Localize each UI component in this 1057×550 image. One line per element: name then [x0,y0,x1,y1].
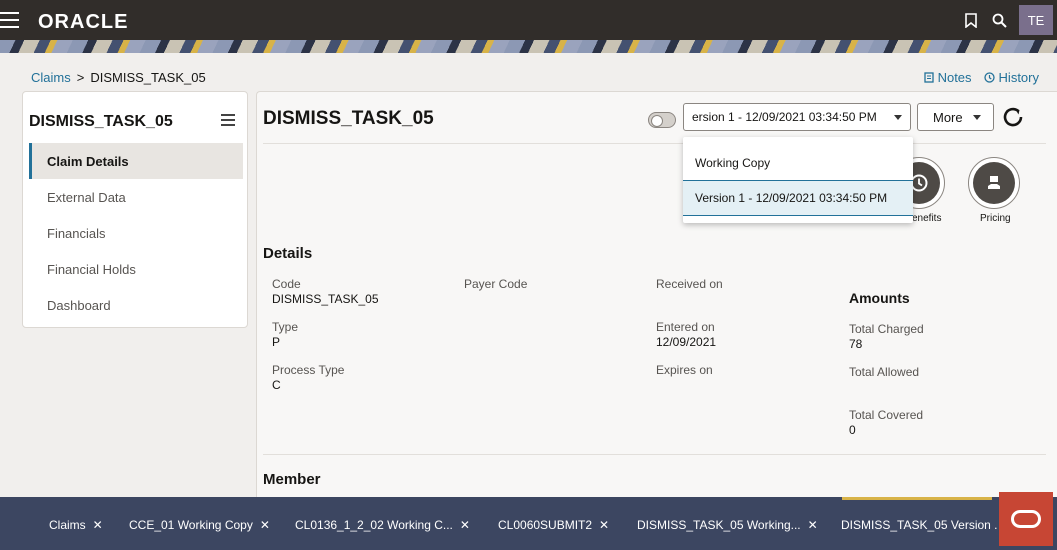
expires-on-label: Expires on [656,363,713,377]
total-covered-label: Total Covered [849,408,924,422]
open-tabs-bar: Claims ✕ CCE_01 Working Copy ✕ CL0136_1_… [0,497,1057,550]
version-select-value: ersion 1 - 12/09/2021 03:34:50 PM [692,110,877,124]
type-value: P [272,335,281,349]
chevron-down-icon [894,115,902,120]
notes-icon [923,72,934,83]
nav-item-external-data[interactable]: External Data [29,179,243,215]
tab-label: CCE_01 Working Copy [129,518,253,532]
details-section-title: Details [263,245,313,262]
breadcrumb-claims-link[interactable]: Claims [31,70,71,85]
tab-label: DISMISS_TASK_05 Version . [841,518,998,532]
entered-on-label: Entered on [656,320,715,334]
code-label: Code [272,277,301,291]
panel-menu-icon[interactable] [221,114,235,126]
refresh-icon[interactable] [1001,105,1027,131]
more-chevron-down-icon [973,115,981,120]
pricing-person-icon [988,176,1000,189]
close-icon[interactable]: ✕ [260,518,270,532]
tab-label: CL0136_1_2_02 Working C... [295,518,453,532]
nav-item-financial-holds[interactable]: Financial Holds [29,251,243,287]
close-icon[interactable]: ✕ [808,518,818,532]
section-divider [263,454,1046,455]
tab-label: CL0060SUBMIT2 [498,518,593,532]
history-label: History [998,70,1039,85]
decorative-banner [0,40,1057,53]
nav-item-dashboard[interactable]: Dashboard [29,287,243,323]
header-divider [263,143,1046,144]
breadcrumb-current: DISMISS_TASK_05 [90,70,206,85]
history-clock-icon [983,72,995,83]
history-link[interactable]: History [983,70,1039,85]
pricing-button[interactable] [968,157,1020,209]
tab-dismiss-task-05-working[interactable]: DISMISS_TASK_05 Working... ✕ [637,518,818,532]
amounts-section-title: Amounts [849,290,910,306]
search-icon[interactable] [985,0,1013,40]
pricing-label: Pricing [980,213,1011,224]
page-title: DISMISS_TASK_05 [263,108,434,129]
total-covered-value: 0 [849,423,856,437]
bookmark-icon[interactable] [957,0,985,40]
member-section-title: Member [263,471,321,488]
hamburger-menu-icon[interactable] [0,12,20,28]
claim-navigation-panel: DISMISS_TASK_05 Claim Details External D… [22,91,248,328]
nav-item-claim-details[interactable]: Claim Details [29,143,243,179]
tab-cce-01-working-copy[interactable]: CCE_01 Working Copy ✕ [129,518,270,532]
total-charged-value: 78 [849,337,863,351]
notes-label: Notes [937,70,972,85]
oracle-logo: ORACLE [38,11,129,33]
notes-link[interactable]: Notes [923,70,972,85]
tab-label: DISMISS_TASK_05 Working... [637,518,801,532]
close-icon[interactable]: ✕ [460,518,470,532]
tab-dismiss-task-05-version[interactable]: DISMISS_TASK_05 Version . [841,518,998,532]
version-select[interactable]: ersion 1 - 12/09/2021 03:34:50 PM [683,103,911,131]
user-avatar[interactable]: TE [1019,5,1053,35]
breadcrumb-separator: > [76,70,85,85]
header-actions: TE [957,0,1057,40]
more-button[interactable]: More [917,103,994,131]
process-type-value: C [272,378,281,392]
chat-ring-icon [1011,510,1041,528]
nav-item-financials[interactable]: Financials [29,215,243,251]
page-links: Notes History [923,70,1039,85]
more-button-label: More [933,109,963,125]
close-icon[interactable]: ✕ [93,518,103,532]
compare-toggle-switch[interactable] [648,112,676,128]
panel-title: DISMISS_TASK_05 [29,113,173,130]
tab-label: Claims [49,518,86,532]
version-option-version-1[interactable]: Version 1 - 12/09/2021 03:34:50 PM [683,180,913,216]
type-label: Type [272,320,299,334]
app-header: ORACLE TE [0,0,1057,40]
tab-cl0060submit2[interactable]: CL0060SUBMIT2 ✕ [498,518,609,532]
benefits-label: enefits [912,213,942,224]
total-charged-label: Total Charged [849,322,924,336]
breadcrumb: Claims > DISMISS_TASK_05 [31,70,206,85]
total-allowed-label: Total Allowed [849,365,920,379]
tab-cl0136-working-copy[interactable]: CL0136_1_2_02 Working C... ✕ [295,518,470,532]
payer-code-label: Payer Code [464,277,528,291]
claim-nav-list: Claim Details External Data Financials F… [29,143,243,323]
entered-on-value: 12/09/2021 [656,335,717,349]
code-value: DISMISS_TASK_05 [272,292,379,306]
claim-detail-panel: DISMISS_TASK_05 ersion 1 - 12/09/2021 03… [256,91,1057,501]
active-tab-indicator [842,497,992,500]
received-on-label: Received on [656,277,723,291]
close-icon[interactable]: ✕ [599,518,609,532]
tab-claims[interactable]: Claims ✕ [49,518,103,532]
digital-assistant-button[interactable] [999,492,1053,546]
version-option-working-copy[interactable]: Working Copy [683,145,913,181]
process-type-label: Process Type [272,363,345,377]
version-dropdown-list: Working Copy Version 1 - 12/09/2021 03:3… [683,137,913,223]
